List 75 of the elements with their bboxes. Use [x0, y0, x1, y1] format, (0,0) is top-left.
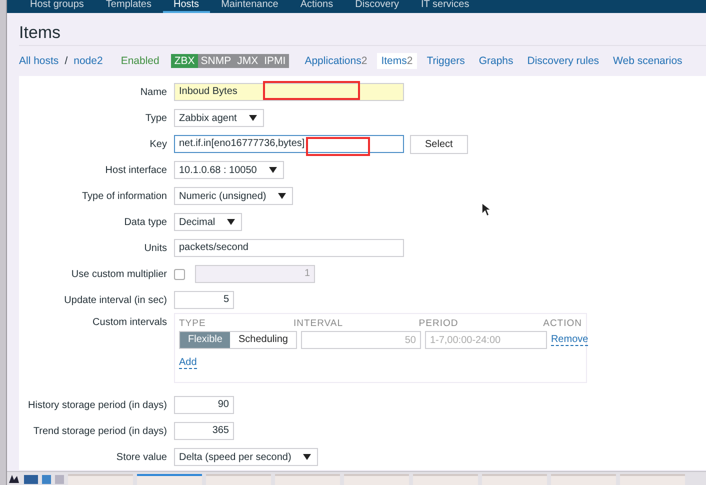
taskbar-button[interactable] — [68, 474, 133, 485]
app-icon[interactable] — [8, 474, 20, 484]
host-status: Enabled — [120, 55, 160, 67]
field-label: Data type — [123, 216, 168, 228]
caret-icon — [268, 167, 277, 173]
checkbox[interactable] — [174, 268, 185, 280]
field-label: Type of information — [80, 190, 168, 202]
dropdown[interactable]: Zabbix agent — [174, 109, 264, 127]
host-tab[interactable]: Graphs — [474, 53, 518, 69]
remove-link[interactable]: Remove — [550, 334, 588, 346]
caret-icon — [227, 219, 236, 225]
availability-badge: JMX — [234, 54, 262, 68]
text-field[interactable]: 90 — [174, 396, 234, 414]
field-label: Update interval (in sec) — [63, 294, 168, 306]
column-header: ACTION — [543, 318, 582, 328]
dropdown[interactable]: Delta (speed per second) — [174, 448, 318, 466]
field-label: Units — [143, 242, 168, 254]
taskbar-button[interactable] — [344, 474, 409, 485]
host-tab[interactable]: Applications2 — [300, 53, 372, 69]
field-label: Store value — [115, 452, 168, 462]
taskbar-button[interactable] — [137, 474, 202, 485]
nav-tab[interactable]: Hosts — [162, 0, 210, 13]
nav-tab[interactable]: Templates — [94, 0, 162, 13]
interval-field[interactable]: 50 — [300, 331, 421, 349]
availability-badge: ZBX — [171, 54, 198, 68]
host-tab[interactable]: Items2 — [377, 53, 417, 69]
host-tab[interactable]: Discovery rules — [523, 53, 604, 69]
period-field[interactable]: 1-7,00:00-24:00 — [424, 331, 547, 349]
text-field[interactable]: net.if.in[eno16777736,bytes] — [174, 135, 404, 153]
nav-tab[interactable]: Actions — [289, 0, 344, 13]
field-label: Key — [148, 138, 168, 150]
annotation-box — [306, 137, 370, 156]
host-tab[interactable]: Triggers — [422, 53, 469, 69]
text-field[interactable]: 5 — [174, 291, 234, 309]
folder-icon[interactable] — [24, 474, 38, 484]
column-header: TYPE — [179, 318, 207, 328]
caret-icon — [303, 454, 312, 460]
field-label: Host interface — [104, 164, 168, 176]
taskbar-button[interactable] — [206, 474, 271, 485]
nav-tab[interactable]: Discovery — [344, 0, 410, 13]
taskbar-button[interactable] — [620, 474, 685, 485]
text-field[interactable]: packets/second — [174, 239, 404, 257]
nav-tab[interactable]: Maintenance — [210, 0, 290, 13]
field-label: Type — [144, 112, 168, 124]
dropdown[interactable]: Numeric (unsigned) — [174, 187, 294, 205]
availability-badge: SNMP — [198, 54, 234, 68]
taskbar-button[interactable] — [413, 474, 478, 485]
dropdown[interactable]: Decimal — [174, 213, 242, 231]
field-label: Use custom multiplier — [70, 268, 168, 280]
segment-button[interactable]: Scheduling — [230, 332, 296, 348]
field-label: Custom intervals — [92, 316, 168, 328]
text-field[interactable]: Inboud Bytes — [174, 83, 404, 101]
select-button[interactable]: Select — [410, 134, 468, 154]
field-label: Name — [139, 86, 168, 98]
caret-icon — [248, 115, 257, 121]
field-label: History storage period (in days) — [27, 400, 168, 410]
taskbar-button[interactable] — [482, 474, 547, 485]
caret-icon — [278, 193, 286, 199]
breadcrumb-link[interactable]: All hosts — [19, 55, 59, 67]
mouse-cursor-icon — [481, 202, 491, 217]
taskbar-button[interactable] — [275, 474, 340, 485]
field-label: Trend storage period (in days) — [32, 426, 168, 436]
breadcrumb-link[interactable]: node2 — [74, 55, 103, 67]
text-field[interactable]: 365 — [174, 422, 234, 440]
column-header: PERIOD — [418, 318, 460, 328]
page-title: Items — [18, 22, 62, 43]
taskbar-button[interactable] — [551, 474, 616, 485]
nav-tab[interactable]: IT services — [410, 0, 480, 13]
dropdown[interactable]: 10.1.0.68 : 10050 — [174, 161, 284, 179]
add-link[interactable]: Add — [179, 357, 197, 369]
breadcrumb-separator: / — [64, 55, 68, 67]
column-header: INTERVAL — [293, 318, 344, 328]
host-tab[interactable]: Web scenarios — [609, 53, 686, 69]
nav-tab[interactable]: Host groups — [19, 0, 95, 13]
availability-badge: IPMI — [261, 54, 289, 68]
